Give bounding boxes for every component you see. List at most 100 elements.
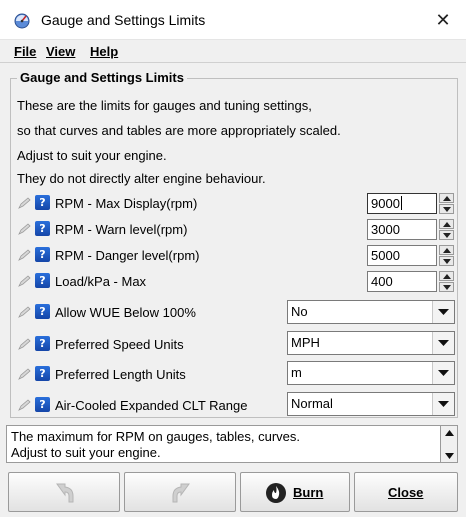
gauge-app-icon (14, 13, 30, 29)
load-kpa-max-input[interactable]: 400 (367, 271, 437, 292)
chevron-down-icon (438, 309, 449, 315)
preferred-length-units-select[interactable]: m (287, 361, 455, 385)
row-icons: ? (18, 247, 52, 263)
group-title: Gauge and Settings Limits (17, 70, 187, 85)
question-icon[interactable]: ? (35, 336, 50, 351)
preferred-length-units-selected-value: m (291, 365, 302, 380)
pencil-icon[interactable] (18, 338, 32, 350)
rpm-warn-level-spinner[interactable] (439, 219, 454, 240)
help-text-area[interactable]: The maximum for RPM on gauges, tables, c… (6, 425, 441, 463)
row-icons: ? (18, 336, 52, 352)
chevron-down-icon (443, 259, 451, 264)
title-bar: Gauge and Settings Limits ✕ (0, 0, 466, 40)
question-icon[interactable]: ? (35, 195, 50, 210)
dropdown-arrow[interactable] (432, 301, 454, 323)
rpm-danger-level-input[interactable]: 5000 (367, 245, 437, 266)
setting-label-rpm-warn-level: RPM - Warn level(rpm) (55, 222, 188, 237)
question-icon[interactable]: ? (35, 366, 50, 381)
spinner-up-button[interactable] (439, 271, 454, 281)
setting-label-preferred-length-units: Preferred Length Units (55, 367, 186, 382)
setting-label-rpm-max-display: RPM - Max Display(rpm) (55, 196, 198, 211)
rpm-max-display-spinner[interactable] (439, 193, 454, 214)
close-window-icon[interactable]: ✕ (420, 0, 466, 40)
menu-file[interactable]: File (14, 44, 36, 59)
spinner-down-button[interactable] (439, 256, 454, 266)
description-line: They do not directly alter engine behavi… (17, 171, 266, 186)
help-text-line: The maximum for RPM on gauges, tables, c… (11, 429, 301, 444)
dropdown-arrow[interactable] (432, 362, 454, 384)
allow-wue-select[interactable]: No (287, 300, 455, 324)
question-icon[interactable]: ? (35, 247, 50, 262)
redo-button[interactable] (124, 472, 236, 512)
pencil-icon[interactable] (18, 223, 32, 235)
spinner-down-button[interactable] (439, 204, 454, 214)
load-kpa-max-spinner[interactable] (439, 271, 454, 292)
chevron-up-icon (443, 274, 451, 279)
chevron-down-icon (443, 285, 451, 290)
rpm-max-display-input[interactable]: 9000 (367, 193, 437, 214)
row-icons: ? (18, 221, 52, 237)
chevron-down-icon (443, 233, 451, 238)
question-icon[interactable]: ? (35, 304, 50, 319)
chevron-down-icon (438, 340, 449, 346)
dropdown-arrow[interactable] (432, 332, 454, 354)
question-icon[interactable]: ? (35, 221, 50, 236)
rpm-danger-level-spinner[interactable] (439, 245, 454, 266)
dropdown-arrow[interactable] (432, 393, 454, 415)
menu-help[interactable]: Help (90, 44, 118, 59)
pencil-icon[interactable] (18, 306, 32, 318)
burn-button[interactable]: Burn (240, 472, 350, 512)
menu-view[interactable]: View (46, 44, 75, 59)
chevron-down-icon (443, 207, 451, 212)
question-icon[interactable]: ? (35, 273, 50, 288)
chevron-down-icon (438, 370, 449, 376)
pencil-icon[interactable] (18, 368, 32, 380)
row-icons: ? (18, 304, 52, 320)
spinner-down-button[interactable] (439, 230, 454, 240)
undo-button[interactable] (8, 472, 120, 512)
flame-icon (266, 483, 286, 503)
description-line: so that curves and tables are more appro… (17, 123, 341, 138)
chevron-up-icon (443, 222, 451, 227)
close-label-text: Close (388, 485, 424, 500)
pencil-icon[interactable] (18, 275, 32, 287)
preferred-speed-units-select[interactable]: MPH (287, 331, 455, 355)
spinner-up-button[interactable] (439, 193, 454, 203)
pencil-icon[interactable] (18, 249, 32, 261)
preferred-speed-units-selected-value: MPH (291, 335, 320, 350)
spinner-up-button[interactable] (439, 245, 454, 255)
pencil-icon[interactable] (18, 399, 32, 411)
chevron-up-icon (443, 248, 451, 253)
question-icon[interactable]: ? (35, 397, 50, 412)
spinner-up-button[interactable] (439, 219, 454, 229)
setting-label-rpm-danger-level: RPM - Danger level(rpm) (55, 248, 200, 263)
row-icons: ? (18, 397, 52, 413)
description-line: These are the limits for gauges and tuni… (17, 98, 312, 113)
rpm-danger-level-value: 5000 (371, 248, 400, 263)
scroll-up-icon[interactable] (445, 430, 454, 436)
scroll-down-icon[interactable] (445, 453, 454, 459)
row-icons: ? (18, 273, 52, 289)
text-caret (400, 196, 402, 210)
setting-label-allow-wue: Allow WUE Below 100% (55, 305, 196, 320)
burn-label-text: Burn (293, 485, 324, 500)
menu-file-label: File (14, 44, 37, 59)
pencil-icon[interactable] (18, 197, 32, 209)
menu-help-label: Help (90, 44, 119, 59)
help-text-line: Adjust to suit your engine. (11, 445, 161, 460)
description-line: Adjust to suit your engine. (17, 148, 167, 163)
setting-label-load-kpa-max: Load/kPa - Max (55, 274, 147, 289)
allow-wue-selected-value: No (291, 304, 308, 319)
load-kpa-max-value: 400 (371, 274, 393, 289)
rpm-warn-level-value: 3000 (371, 222, 400, 237)
row-icons: ? (18, 366, 52, 382)
help-text-scrollbar[interactable] (441, 425, 458, 463)
rpm-warn-level-input[interactable]: 3000 (367, 219, 437, 240)
air-cooled-clt-range-selected-value: Normal (291, 396, 333, 411)
burn-button-label: Burn (293, 485, 323, 500)
close-button[interactable]: Close (354, 472, 458, 512)
air-cooled-clt-range-select[interactable]: Normal (287, 392, 455, 416)
redo-arrow-icon (172, 483, 190, 503)
menu-view-label: View (46, 44, 76, 59)
spinner-down-button[interactable] (439, 282, 454, 292)
